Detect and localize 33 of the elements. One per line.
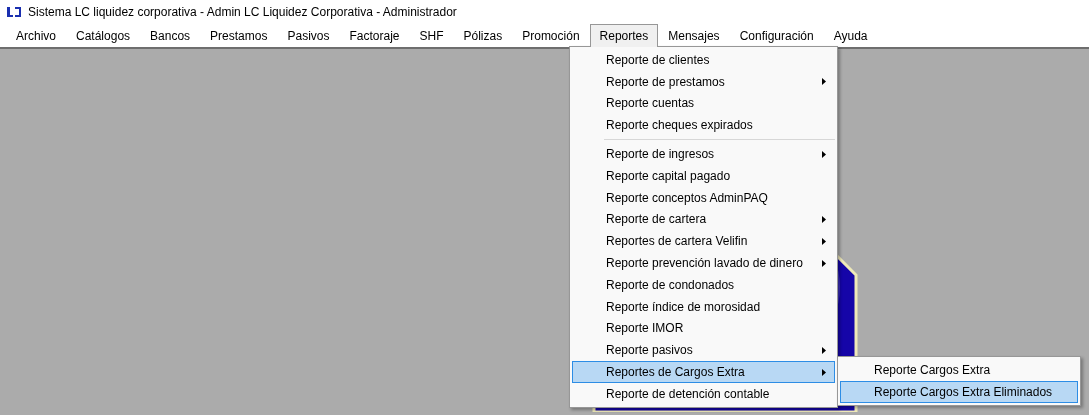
menu-entry[interactable]: Reporte capital pagado [572,165,835,187]
menu-entry[interactable]: Reporte de clientes [572,49,835,71]
menu-entry[interactable]: Reporte Cargos Extra Eliminados [840,381,1078,403]
menu-entry[interactable]: Reporte IMOR [572,317,835,340]
menu-entry[interactable]: Reportes de cartera Velifin [572,230,835,253]
app-logo-icon [6,6,22,18]
menu-item[interactable]: Pólizas [453,24,513,47]
menu-entry[interactable]: Reporte índice de morosidad [572,295,835,318]
menu-entry[interactable]: Reporte cuentas [572,92,835,115]
menu-entry[interactable]: Reporte conceptos AdminPAQ [572,186,835,209]
menu-item[interactable]: Configuración [729,24,824,47]
menu-item[interactable]: Ayuda [823,24,878,47]
menu-entry[interactable]: Reporte de prestamos [572,70,835,93]
menu-item[interactable]: Prestamos [200,24,278,47]
window-title: Sistema LC liquidez corporativa - Admin LC Liquidez Corporativa - Administrador [28,4,457,21]
menu-item[interactable]: Catálogos [66,24,141,47]
menu-entry[interactable]: Reporte de condonados [572,273,835,296]
menu-entry[interactable]: Reporte pasivos [572,339,835,362]
menu-item[interactable]: Archivo [6,24,66,47]
menu-item[interactable]: Factoraje [339,24,410,47]
menu-item[interactable]: SHF [409,24,454,47]
menu-entry[interactable]: Reporte de ingresos [572,143,835,165]
menu-entry[interactable]: Reporte prevención lavado de dinero [572,252,835,274]
menu-entry[interactable]: Reporte Cargos Extra [840,359,1078,381]
menu-item[interactable]: Reportes [589,24,659,47]
menu-entry[interactable]: Reporte de cartera [572,208,835,231]
menu-item[interactable]: Mensajes [658,24,730,47]
menu-entry[interactable]: Reportes de Cargos Extra [572,361,835,383]
menu-item[interactable]: Pasivos [277,24,340,47]
menu-entry[interactable]: Reporte cheques expirados [572,114,835,137]
menu-item[interactable]: Promoción [512,24,590,47]
menu-entry[interactable]: Reporte de detención contable [572,382,835,405]
menu-item[interactable]: Bancos [140,24,201,47]
